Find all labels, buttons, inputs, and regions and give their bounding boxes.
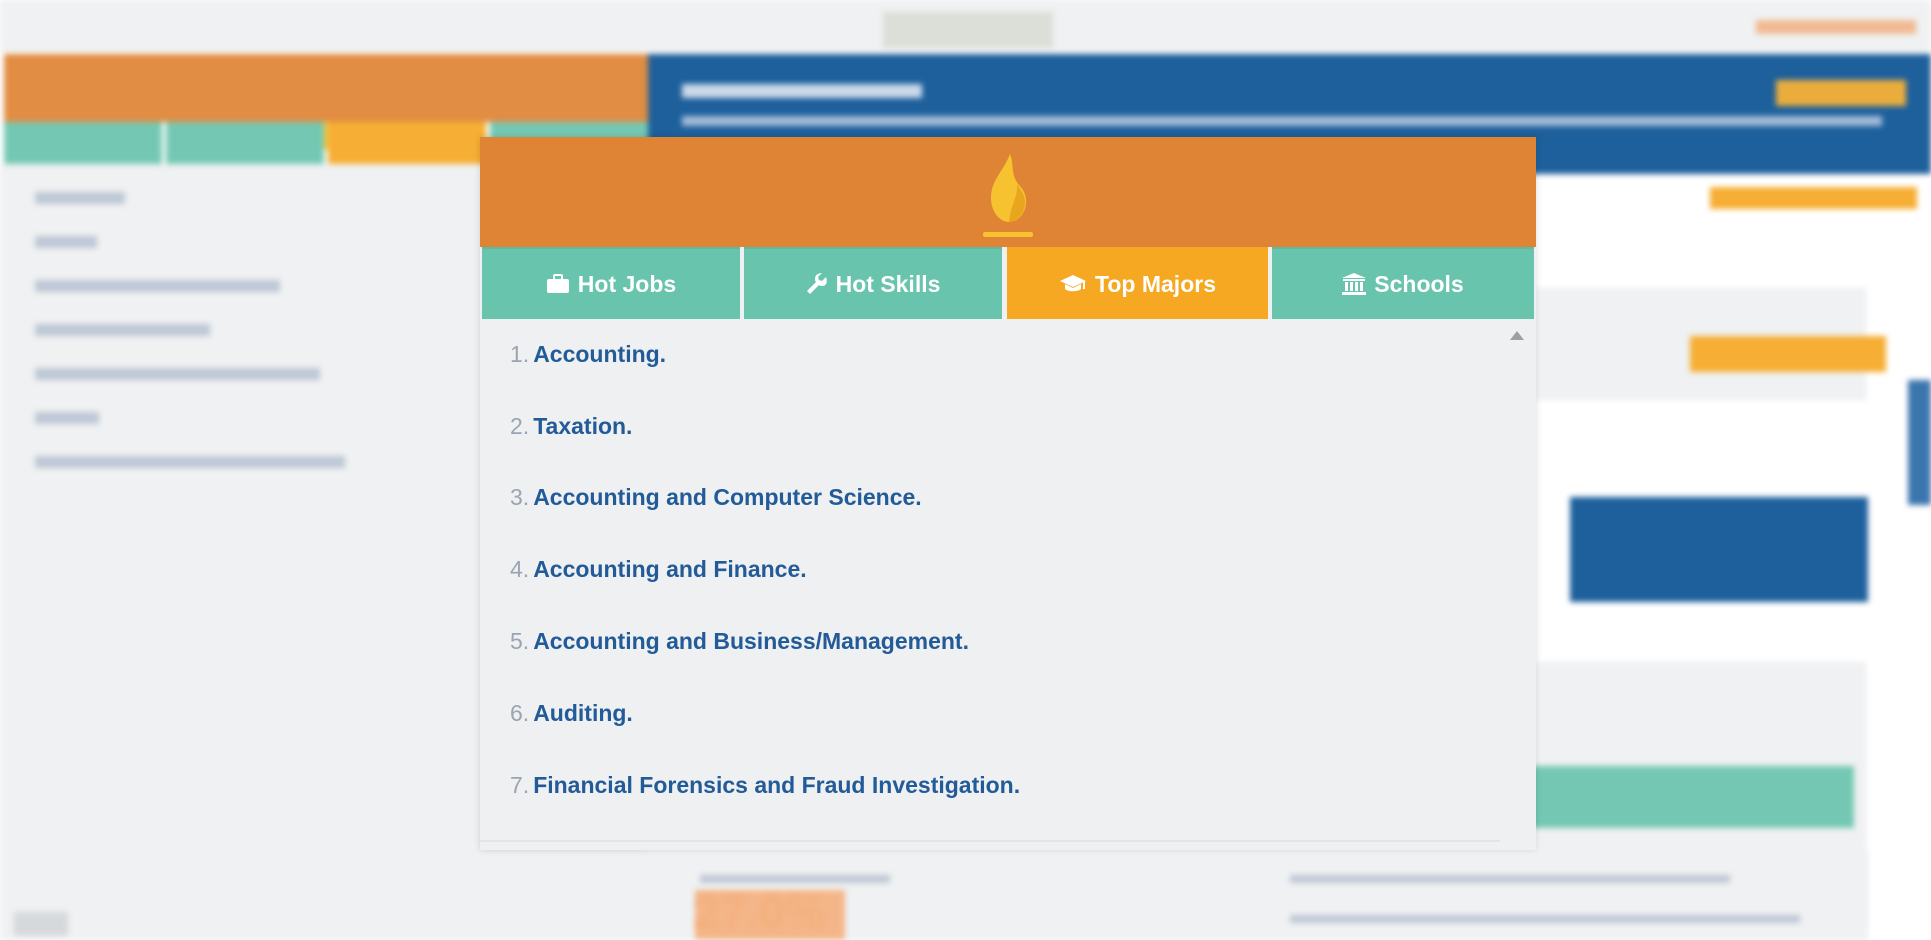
list-item-number: 5.	[510, 627, 530, 654]
briefcase-icon	[546, 274, 570, 294]
background-growth-percent: 27.0%	[695, 886, 826, 938]
major-link[interactable]: Financial Forensics and Fraud Investigat…	[533, 772, 1020, 799]
list-item: 2. Taxation.	[510, 406, 632, 446]
tab-label: Top Majors	[1095, 270, 1216, 297]
tab-hot-skills[interactable]: Hot Skills	[744, 247, 1002, 319]
list-item-number: 4.	[510, 555, 530, 582]
tab-label: Schools	[1374, 270, 1464, 297]
list-item-number: 7.	[510, 771, 530, 798]
modal-tab-bar: Hot Jobs Hot Skills Top Majors Schools	[480, 247, 1536, 319]
list-item: 1. Accounting.	[510, 334, 666, 374]
major-link[interactable]: Accounting and Computer Science.	[533, 484, 922, 511]
wrench-icon	[806, 273, 828, 295]
scroll-up-arrow-icon[interactable]	[1510, 331, 1524, 340]
majors-list: 1. Accounting. 2. Taxation. 3. Accountin…	[480, 319, 1536, 834]
tab-label: Hot Skills	[835, 270, 941, 297]
list-item: 6. Auditing.	[510, 693, 633, 733]
list-item-number: 1.	[510, 340, 530, 367]
tab-schools[interactable]: Schools	[1272, 247, 1534, 319]
major-link[interactable]: Accounting.	[533, 341, 666, 368]
list-item: 3. Accounting and Computer Science.	[510, 477, 922, 517]
hot-lists-modal: Hot Jobs Hot Skills Top Majors Schools 1…	[480, 137, 1536, 850]
modal-header	[480, 137, 1536, 247]
tab-top-majors[interactable]: Top Majors	[1007, 247, 1268, 319]
list-item: 4. Accounting and Finance.	[510, 549, 807, 589]
major-link[interactable]: Taxation.	[533, 413, 632, 440]
list-item-number: 2.	[510, 412, 530, 439]
list-item-number: 6.	[510, 699, 530, 726]
list-item: 7. Financial Forensics and Fraud Investi…	[510, 765, 1020, 805]
major-link[interactable]: Accounting and Business/Management.	[533, 628, 969, 655]
major-link[interactable]: Accounting and Finance.	[533, 556, 806, 583]
flame-icon	[983, 154, 1033, 237]
major-link[interactable]: Auditing.	[533, 700, 633, 727]
graduation-cap-icon	[1059, 274, 1087, 294]
list-item-number: 3.	[510, 483, 530, 510]
list-item: 5. Accounting and Business/Management.	[510, 621, 969, 661]
divider	[480, 840, 1500, 842]
institution-icon	[1342, 273, 1367, 295]
tab-label: Hot Jobs	[577, 270, 677, 297]
tab-hot-jobs[interactable]: Hot Jobs	[482, 247, 740, 319]
